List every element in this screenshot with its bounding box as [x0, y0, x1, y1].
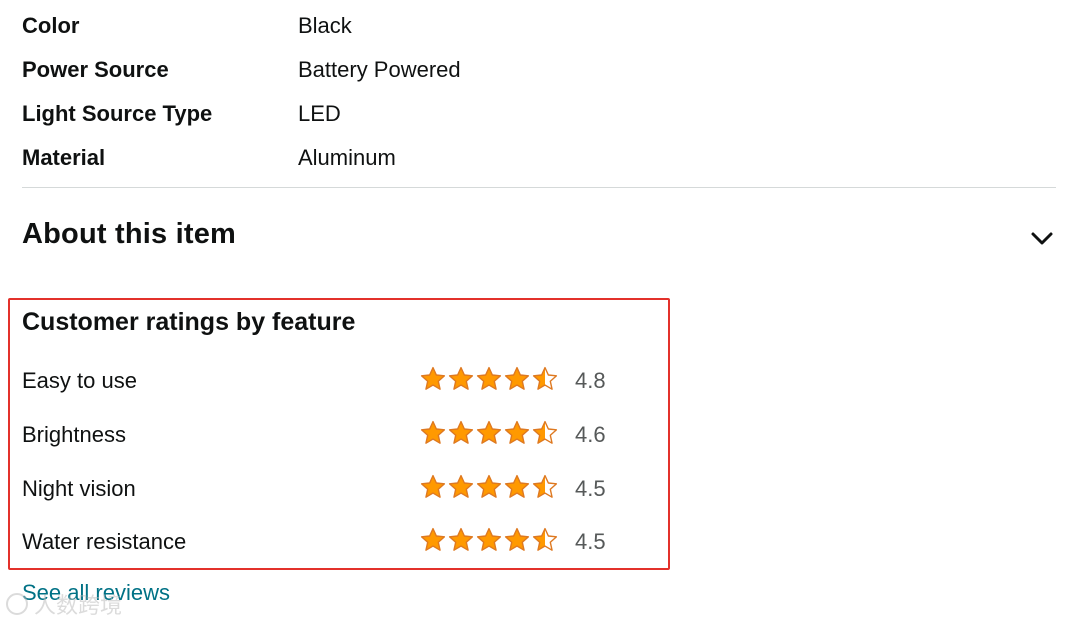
watermark-text: 人数跨境	[34, 593, 123, 618]
star-full-icon	[476, 366, 502, 390]
feature-label: Water resistance	[22, 529, 187, 554]
customer-ratings-by-feature: Customer ratings by feature Easy to use …	[8, 298, 670, 570]
feature-row-brightness: Brightness 4.6	[22, 416, 652, 456]
feature-rating-value: 4.5	[575, 476, 606, 501]
star-full-icon	[476, 527, 502, 551]
spec-value: LED	[298, 101, 341, 126]
spec-value: Aluminum	[298, 145, 396, 170]
feature-rating-value: 4.5	[575, 529, 606, 554]
spec-row-light-source-type: Light Source Type LED	[22, 96, 1056, 140]
star-full-icon	[420, 527, 446, 551]
star-full-icon	[420, 420, 446, 444]
star-full-icon	[504, 527, 530, 551]
star-half-icon	[532, 366, 558, 390]
star-full-icon	[476, 474, 502, 498]
about-section-title: About this item	[22, 218, 237, 250]
feature-rating-value: 4.6	[575, 422, 606, 447]
star-rating	[420, 420, 558, 446]
feature-label: Night vision	[22, 476, 136, 501]
feature-row-water-resistance: Water resistance 4.5	[22, 523, 652, 563]
star-full-icon	[504, 420, 530, 444]
star-full-icon	[504, 474, 530, 498]
feature-rating-value: 4.8	[575, 368, 606, 393]
star-full-icon	[448, 420, 474, 444]
spec-key: Material	[22, 145, 106, 170]
feature-row-easy-to-use: Easy to use 4.8	[22, 362, 652, 402]
ratings-title: Customer ratings by feature	[22, 308, 356, 336]
star-rating	[420, 527, 558, 553]
star-full-icon	[448, 527, 474, 551]
star-full-icon	[476, 420, 502, 444]
star-half-icon	[532, 474, 558, 498]
section-divider	[22, 187, 1056, 188]
spec-key: Power Source	[22, 57, 169, 82]
star-rating	[420, 474, 558, 500]
star-rating	[420, 366, 558, 392]
about-this-item-expander[interactable]: About this item	[22, 214, 1056, 262]
star-full-icon	[448, 474, 474, 498]
star-full-icon	[504, 366, 530, 390]
star-full-icon	[420, 474, 446, 498]
spec-value: Black	[298, 13, 352, 38]
star-half-icon	[532, 420, 558, 444]
feature-label: Easy to use	[22, 368, 137, 393]
spec-row-color: Color Black	[22, 8, 1056, 52]
spec-key: Light Source Type	[22, 101, 213, 126]
feature-label: Brightness	[22, 422, 126, 447]
spec-value: Battery Powered	[298, 57, 461, 82]
star-half-icon	[532, 527, 558, 551]
star-full-icon	[420, 366, 446, 390]
star-full-icon	[448, 366, 474, 390]
watermark-logo-icon	[6, 593, 28, 615]
feature-row-night-vision: Night vision 4.5	[22, 470, 652, 510]
chevron-down-icon[interactable]	[1028, 224, 1056, 252]
spec-row-power-source: Power Source Battery Powered	[22, 52, 1056, 96]
product-specs-table: Color Black Power Source Battery Powered…	[22, 8, 1056, 184]
spec-key: Color	[22, 13, 80, 38]
watermark: 人数跨境	[6, 588, 122, 620]
spec-row-material: Material Aluminum	[22, 140, 1056, 184]
